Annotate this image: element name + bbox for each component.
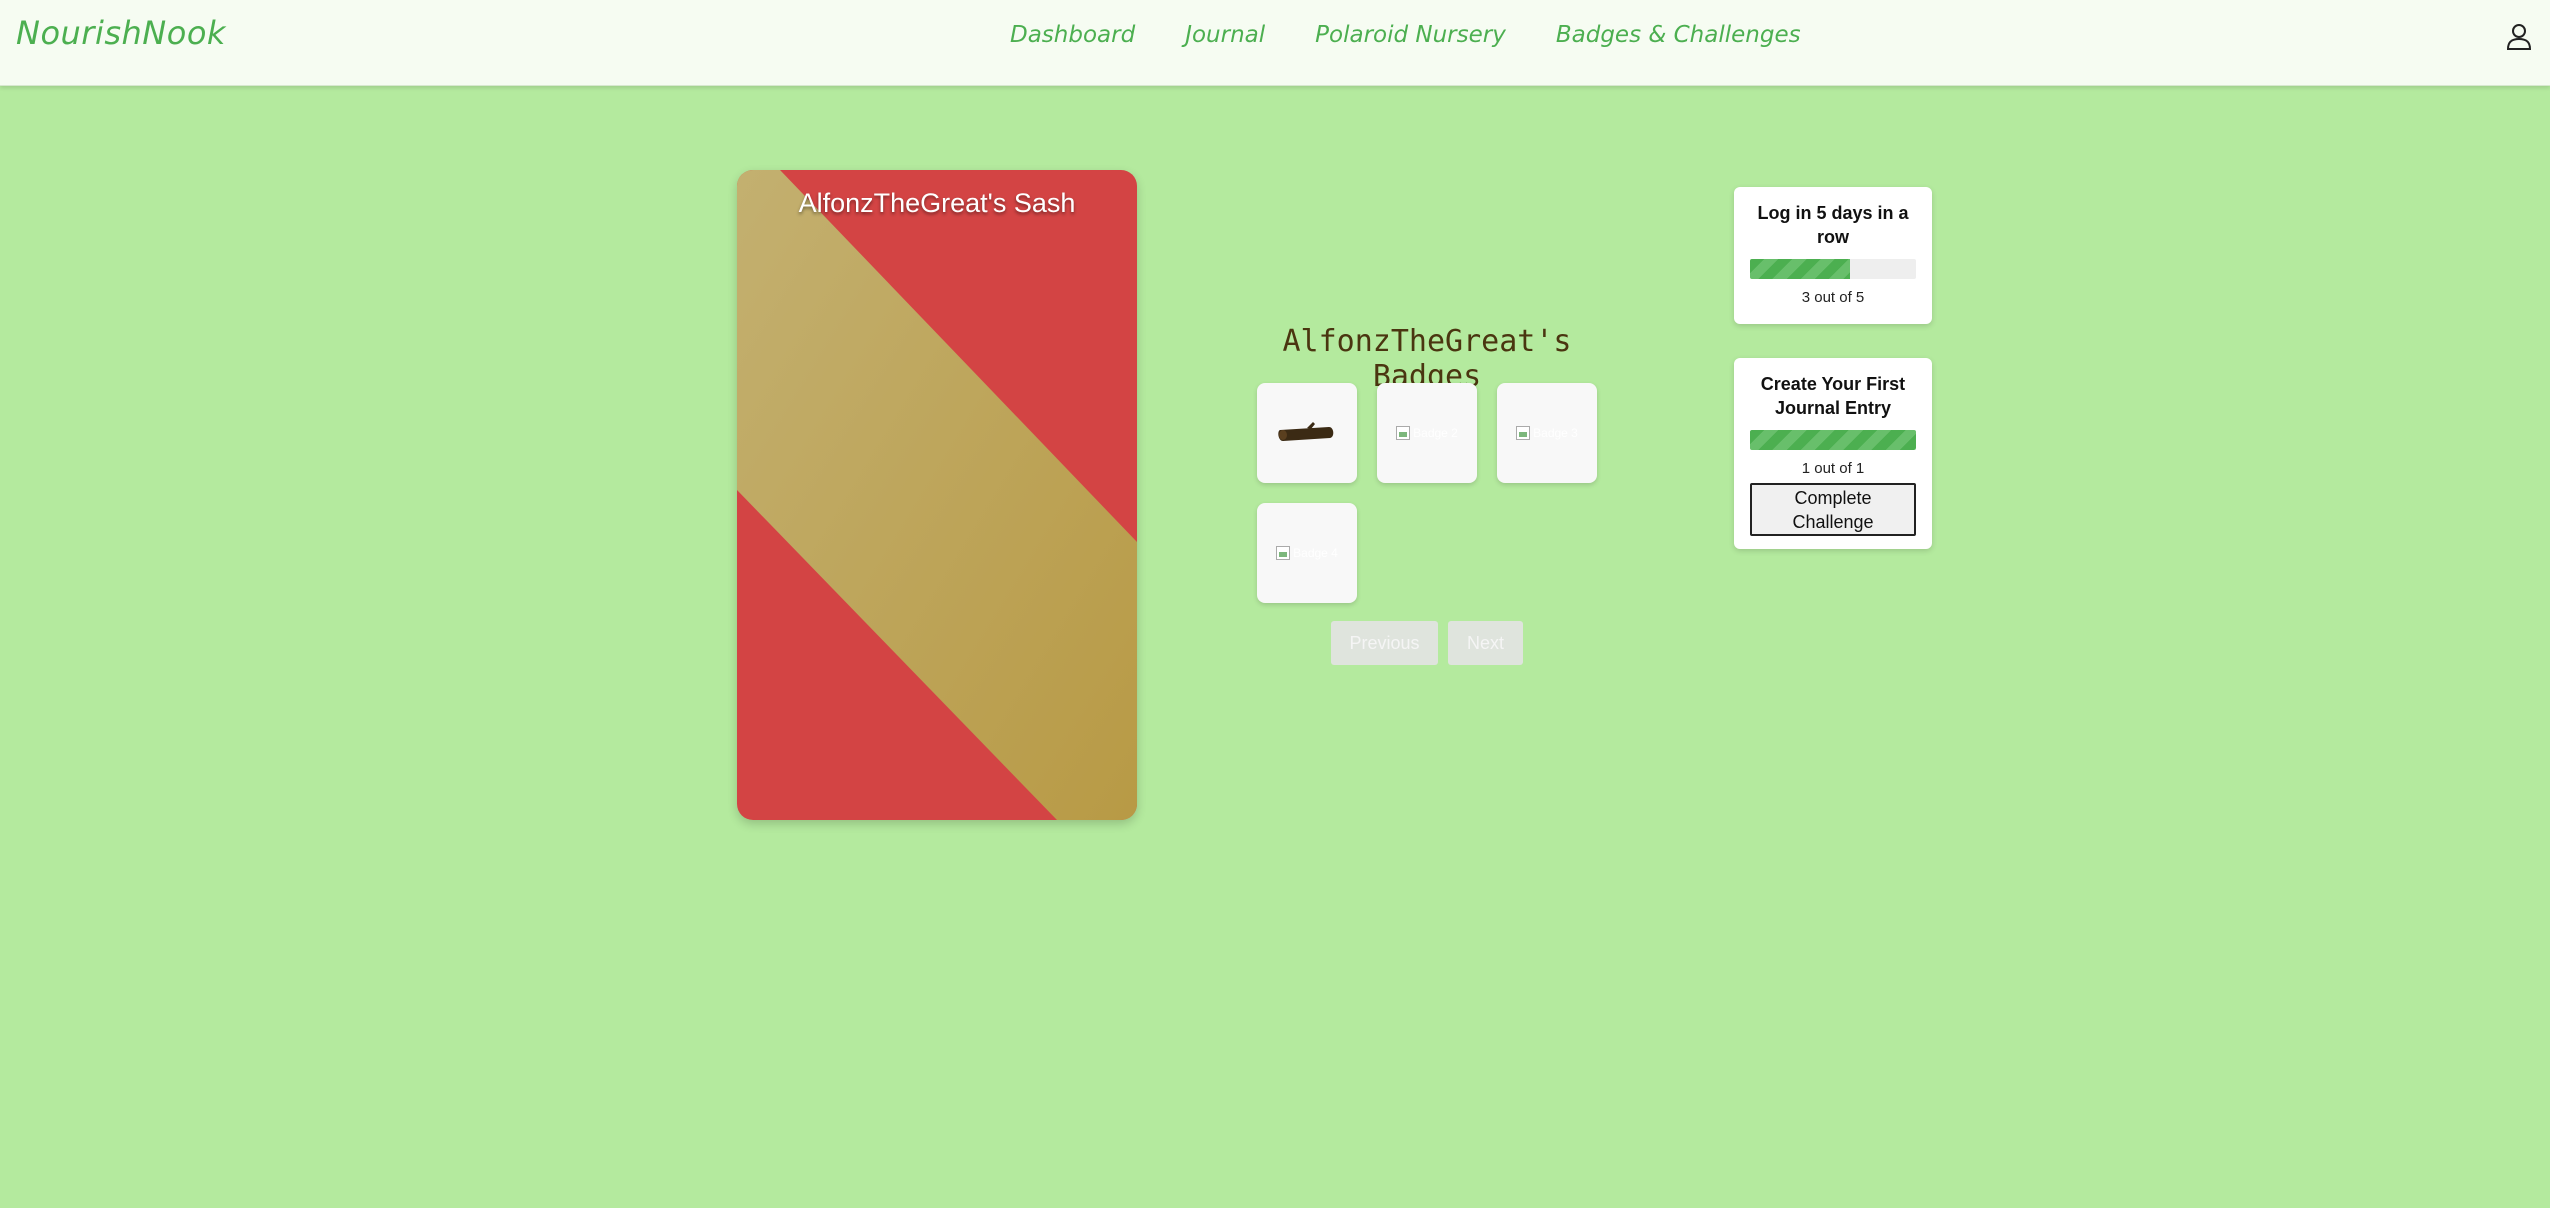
sash-title: AlfonzTheGreat's Sash: [798, 188, 1076, 218]
sash-panel: AlfonzTheGreat's Sash: [737, 170, 1137, 820]
user-icon[interactable]: [2504, 22, 2534, 52]
challenge-title: Create Your First Journal Entry: [1760, 374, 1906, 418]
broken-image-icon: Badge 4: [1276, 546, 1338, 560]
badge-slot[interactable]: [1257, 383, 1357, 483]
broken-image-icon: Badge 2: [1396, 426, 1458, 440]
challenge-progress-bar: [1750, 259, 1916, 279]
badge-slot[interactable]: Badge 4: [1257, 503, 1357, 603]
main-nav: Dashboard Journal Polaroid Nursery Badge…: [1010, 22, 1801, 48]
top-nav-bar: NourishNook Dashboard Journal Polaroid N…: [0, 0, 2550, 86]
complete-challenge-button[interactable]: Complete Challenge: [1750, 483, 1916, 536]
next-button[interactable]: Next: [1448, 621, 1523, 665]
challenge-card: Log in 5 days in a row 3 out of 5: [1734, 187, 1932, 324]
previous-button[interactable]: Previous: [1331, 621, 1438, 665]
broken-image-icon: Badge 3: [1516, 426, 1578, 440]
badge-slot[interactable]: Badge 2: [1377, 383, 1477, 483]
badge-slot[interactable]: Badge 3: [1497, 383, 1597, 483]
log-icon: [1278, 422, 1334, 441]
challenge-progress-text: 1 out of 1: [1801, 460, 1865, 477]
brand-logo[interactable]: NourishNook: [16, 14, 226, 52]
progress-fill: [1750, 259, 1850, 279]
nav-polaroid-nursery[interactable]: Polaroid Nursery: [1315, 22, 1506, 48]
sash-graphic: [737, 170, 1137, 820]
nav-journal[interactable]: Journal: [1185, 22, 1265, 48]
nav-badges-challenges[interactable]: Badges & Challenges: [1556, 22, 1801, 48]
challenge-title: Log in 5 days in a row: [1757, 203, 1909, 247]
challenge-progress-text: 3 out of 5: [1801, 289, 1865, 306]
nav-dashboard[interactable]: Dashboard: [1010, 22, 1135, 48]
progress-fill: [1750, 430, 1916, 450]
challenge-card: Create Your First Journal Entry 1 out of…: [1734, 358, 1932, 549]
challenge-progress-bar: [1750, 430, 1916, 450]
